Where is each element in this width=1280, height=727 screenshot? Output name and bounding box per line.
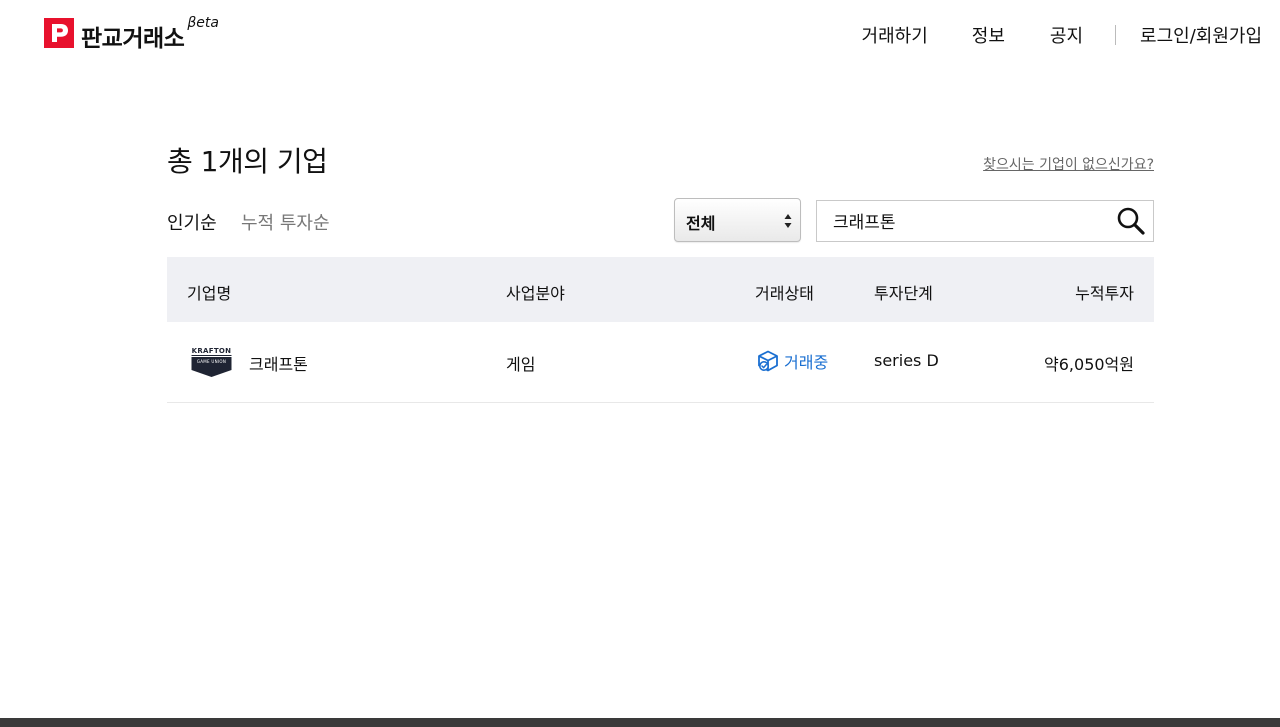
header-investment-stage: 투자단계: [874, 284, 933, 303]
nav-trade[interactable]: 거래하기: [862, 22, 928, 48]
header: 판교거래소 βeta 거래하기 정보 공지 로그인/회원가입: [0, 0, 1280, 68]
company-name[interactable]: 크래프톤: [249, 351, 308, 375]
logo-mark-icon: [44, 18, 74, 48]
table-header: 기업명 사업분야 거래상태 투자단계 누적투자: [167, 257, 1154, 322]
total-investment: 약6,050억원: [1044, 355, 1134, 374]
logo-beta: βeta: [187, 15, 219, 31]
bottom-bar: [0, 718, 1280, 727]
header-total-investment: 누적투자: [1075, 284, 1134, 303]
krafton-logo: KRAFTON GAME UNION: [191, 347, 232, 377]
company-table: 기업명 사업분야 거래상태 투자단계 누적투자 KRAFTON GAME UNI…: [167, 257, 1154, 403]
result-count-title: 총 1개의 기업: [167, 145, 328, 178]
sort-invest-tab[interactable]: 누적 투자순: [241, 209, 330, 235]
table-row[interactable]: KRAFTON GAME UNION 크래프톤 게임 거래중 series D …: [167, 322, 1154, 403]
svg-text:KRAFTON: KRAFTON: [192, 347, 232, 355]
business-field: 게임: [506, 355, 536, 374]
trade-status: 거래중: [756, 349, 828, 373]
nav-divider: [1115, 25, 1117, 45]
sort-arrows-icon: [784, 214, 792, 228]
missing-company-link[interactable]: 찾으시는 기업이 없으신가요?: [983, 154, 1154, 174]
nav-login[interactable]: 로그인/회원가입: [1140, 22, 1262, 48]
trade-status-label: 거래중: [784, 353, 829, 372]
page: 판교거래소 βeta 거래하기 정보 공지 로그인/회원가입 총 1개의 기업 …: [0, 0, 1280, 727]
category-select[interactable]: 전체: [674, 198, 801, 242]
investment-stage: series D: [874, 351, 939, 370]
header-business-field: 사업분야: [506, 284, 565, 303]
trade-status-box-icon: [758, 350, 778, 372]
nav-notice[interactable]: 공지: [1050, 22, 1083, 48]
sort-popular-tab[interactable]: 인기순: [167, 209, 217, 235]
header-trade-status: 거래상태: [755, 284, 814, 303]
search-icon[interactable]: [1116, 206, 1146, 236]
top-nav: 거래하기 정보 공지 로그인/회원가입: [862, 22, 1262, 48]
category-select-value: 전체: [686, 214, 716, 233]
nav-info[interactable]: 정보: [972, 22, 1005, 48]
search-box: [816, 200, 1154, 242]
header-company-name: 기업명: [187, 284, 232, 303]
logo-text: 판교거래소: [81, 26, 185, 52]
site-logo[interactable]: 판교거래소 βeta: [44, 14, 219, 53]
search-input[interactable]: [833, 210, 1103, 230]
svg-text:GAME UNION: GAME UNION: [197, 359, 226, 364]
